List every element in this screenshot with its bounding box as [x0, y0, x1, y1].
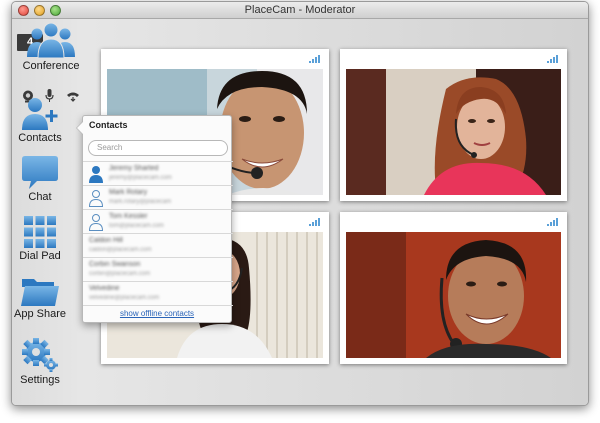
contact-list-item[interactable]: Caldon Hill caldon@placecam.com [83, 233, 233, 257]
signal-strength-icon [309, 55, 321, 63]
signal-strength-icon [547, 55, 559, 63]
contact-name: Corbin Swanson [89, 261, 141, 268]
contact-online-icon [89, 166, 103, 183]
video-tile[interactable] [340, 212, 567, 364]
sidebar-item-appshare[interactable]: App Share [12, 275, 76, 320]
contact-offline-icon [88, 190, 104, 207]
popover-arrow [76, 121, 83, 135]
contacts-popover: Contacts Search Jeremy Sharted jeremy@pl… [76, 115, 233, 323]
video-feed [346, 232, 561, 358]
contact-status: tom@placecam.com [109, 223, 164, 229]
conference-icon [27, 22, 75, 59]
contact-list-item[interactable]: Tom Kessler tom@placecam.com [83, 209, 233, 233]
sidebar-item-label: Settings [20, 374, 60, 386]
sidebar-item-label: App Share [14, 308, 66, 320]
gear-icon [22, 338, 58, 372]
contact-name: Jeremy Sharted [109, 165, 159, 172]
sidebar-item-dialpad[interactable]: Dial Pad [12, 215, 76, 262]
main-content: 4 Conference Contacts Chat Dial Pad App … [12, 19, 588, 405]
add-contact-icon [22, 98, 58, 130]
contact-status: mark.rotary@placecam [109, 199, 172, 205]
video-feed [346, 69, 561, 195]
contact-status: jeremy@placecam.com [109, 175, 172, 181]
sidebar-item-contacts[interactable]: Contacts [12, 97, 76, 144]
signal-strength-icon [547, 218, 559, 226]
contact-list-item[interactable]: Corbin Swanson corbin@placecam.com [83, 257, 233, 281]
sidebar-item-settings[interactable]: Settings [12, 337, 76, 386]
contact-search-input[interactable]: Search [88, 140, 228, 156]
contact-name: Tom Kessler [109, 213, 148, 220]
sidebar-item-label: Contacts [18, 132, 62, 144]
folder-icon [21, 279, 59, 306]
contact-list-item[interactable]: Velvedine velvedine@placecam.com [83, 281, 233, 305]
chat-icon [22, 156, 58, 189]
sidebar-item-label: Chat [28, 191, 52, 203]
signal-strength-icon [309, 218, 321, 226]
video-tile[interactable] [340, 49, 567, 201]
participant-video-2 [346, 69, 561, 195]
contact-status: caldon@placecam.com [89, 247, 152, 253]
window-title: PlaceCam - Moderator [244, 4, 356, 16]
sidebar-item-label: Conference [22, 60, 80, 72]
contact-name: Caldon Hill [89, 237, 123, 244]
contact-status: velvedine@placecam.com [89, 295, 160, 301]
contact-status: corbin@placecam.com [89, 271, 151, 277]
title-bar: PlaceCam - Moderator [12, 2, 588, 19]
participant-video-4 [346, 232, 561, 358]
sidebar-item-label: Dial Pad [19, 250, 61, 262]
divider [83, 305, 233, 306]
contact-name: Velvedine [89, 285, 120, 292]
contact-name: Mark Rotary [109, 189, 148, 196]
sidebar-item-conference[interactable]: Conference [15, 21, 87, 72]
show-offline-contacts-link[interactable]: show offline contacts [83, 309, 231, 318]
contact-list-item[interactable]: Jeremy Sharted jeremy@placecam.com [83, 161, 233, 185]
dialpad-icon [24, 216, 56, 248]
contact-list-item[interactable]: Mark Rotary mark.rotary@placecam [83, 185, 233, 209]
popover-title: Contacts [89, 120, 128, 130]
contact-offline-icon [88, 214, 104, 231]
app-window: PlaceCam - Moderator 4 Conference Contac… [11, 1, 589, 406]
sidebar-item-chat[interactable]: Chat [12, 154, 76, 203]
